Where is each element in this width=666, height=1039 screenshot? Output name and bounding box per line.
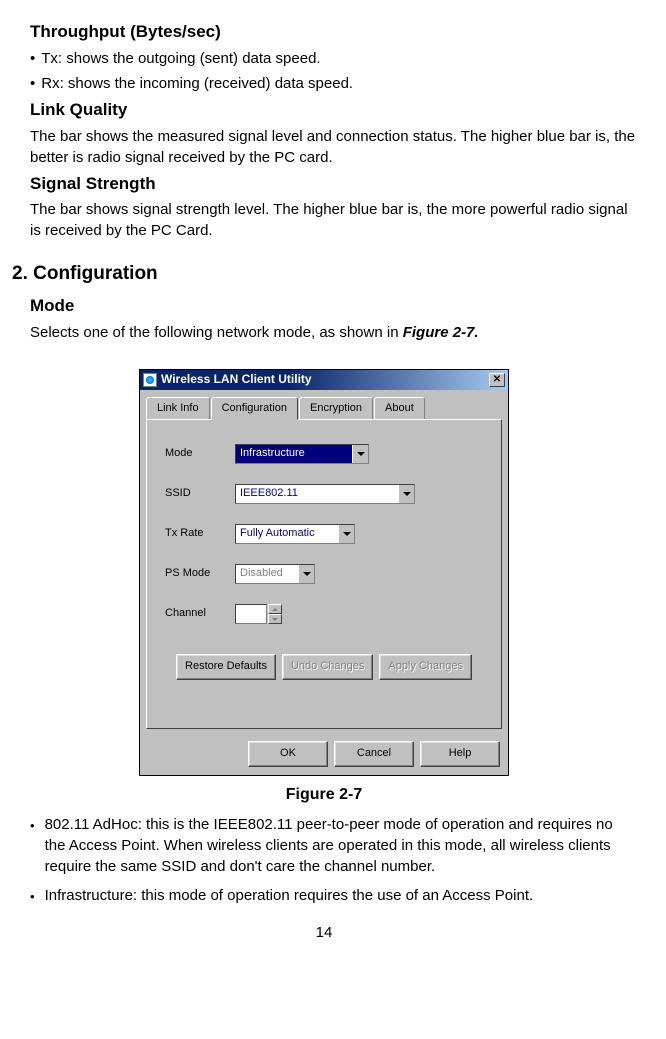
mode-intro-suffix: . xyxy=(474,324,478,341)
list-item: • 802.11 AdHoc: this is the IEEE802.11 p… xyxy=(30,814,636,877)
figure-ref: Figure 2-7 xyxy=(403,324,475,341)
infrastructure-text: Infrastructure: this mode of operation r… xyxy=(45,885,534,906)
chevron-down-icon[interactable] xyxy=(298,565,314,583)
spinner-down-icon[interactable] xyxy=(268,614,282,624)
rx-bullet: • Rx: shows the incoming (received) data… xyxy=(30,73,636,94)
bullet-dot-icon: • xyxy=(30,73,35,94)
rx-text: Rx: shows the incoming (received) data s… xyxy=(41,73,353,94)
psmode-label: PS Mode xyxy=(165,566,235,581)
tx-text: Tx: shows the outgoing (sent) data speed… xyxy=(41,48,320,69)
txrate-dropdown[interactable]: Fully Automatic xyxy=(235,524,355,544)
adhoc-text: 802.11 AdHoc: this is the IEEE802.11 pee… xyxy=(45,814,636,877)
mode-value: Infrastructure xyxy=(236,445,352,463)
mode-intro: Selects one of the following network mod… xyxy=(30,322,636,343)
txrate-label: Tx Rate xyxy=(165,526,235,541)
chevron-down-icon[interactable] xyxy=(352,445,368,463)
chevron-down-icon[interactable] xyxy=(398,485,414,503)
restore-defaults-button[interactable]: Restore Defaults xyxy=(176,654,276,679)
link-quality-text: The bar shows the measured signal level … xyxy=(30,126,636,168)
dialog-titlebar: Wireless LAN Client Utility ✕ xyxy=(140,370,508,390)
dialog-title: Wireless LAN Client Utility xyxy=(161,371,489,388)
ssid-dropdown[interactable]: IEEE802.11 xyxy=(235,484,415,504)
txrate-value: Fully Automatic xyxy=(236,525,338,543)
ssid-value: IEEE802.11 xyxy=(236,485,398,503)
signal-strength-heading: Signal Strength xyxy=(30,172,636,196)
mode-intro-prefix: Selects one of the following network mod… xyxy=(30,324,403,341)
app-icon xyxy=(143,373,157,387)
psmode-dropdown[interactable]: Disabled xyxy=(235,564,315,584)
mode-label: Mode xyxy=(165,446,235,461)
channel-label: Channel xyxy=(165,606,235,621)
mode-dropdown[interactable]: Infrastructure xyxy=(235,444,369,464)
close-icon[interactable]: ✕ xyxy=(489,373,505,387)
wireless-utility-dialog: Wireless LAN Client Utility ✕ Link Info … xyxy=(139,369,509,776)
page-number: 14 xyxy=(12,922,636,943)
bullet-dot-icon: • xyxy=(30,48,35,69)
throughput-heading: Throughput (Bytes/sec) xyxy=(30,20,636,44)
cancel-button[interactable]: Cancel xyxy=(334,741,414,766)
tab-encryption[interactable]: Encryption xyxy=(299,397,373,420)
configuration-panel: Mode Infrastructure SSID IEEE802.11 Tx R… xyxy=(146,419,502,729)
tx-bullet: • Tx: shows the outgoing (sent) data spe… xyxy=(30,48,636,69)
channel-value[interactable] xyxy=(235,604,267,624)
channel-spinner[interactable] xyxy=(235,604,282,624)
help-button[interactable]: Help xyxy=(420,741,500,766)
spinner-up-icon[interactable] xyxy=(268,604,282,614)
signal-strength-text: The bar shows signal strength level. The… xyxy=(30,199,636,241)
link-quality-heading: Link Quality xyxy=(30,98,636,122)
tab-link-info[interactable]: Link Info xyxy=(146,397,210,420)
bullet-icon: • xyxy=(30,817,35,877)
undo-changes-button[interactable]: Undo Changes xyxy=(282,654,373,679)
apply-changes-button[interactable]: Apply Changes xyxy=(379,654,472,679)
ssid-label: SSID xyxy=(165,486,235,501)
ok-button[interactable]: OK xyxy=(248,741,328,766)
tabstrip: Link Info Configuration Encryption About xyxy=(146,396,502,419)
tab-configuration[interactable]: Configuration xyxy=(211,397,298,420)
list-item: • Infrastructure: this mode of operation… xyxy=(30,885,636,906)
configuration-heading: 2. Configuration xyxy=(12,261,636,288)
chevron-down-icon[interactable] xyxy=(338,525,354,543)
figure-caption: Figure 2-7 xyxy=(12,784,636,806)
bullet-icon: • xyxy=(30,888,35,906)
tab-about[interactable]: About xyxy=(374,397,425,420)
mode-heading: Mode xyxy=(30,294,636,318)
psmode-value: Disabled xyxy=(236,565,298,583)
